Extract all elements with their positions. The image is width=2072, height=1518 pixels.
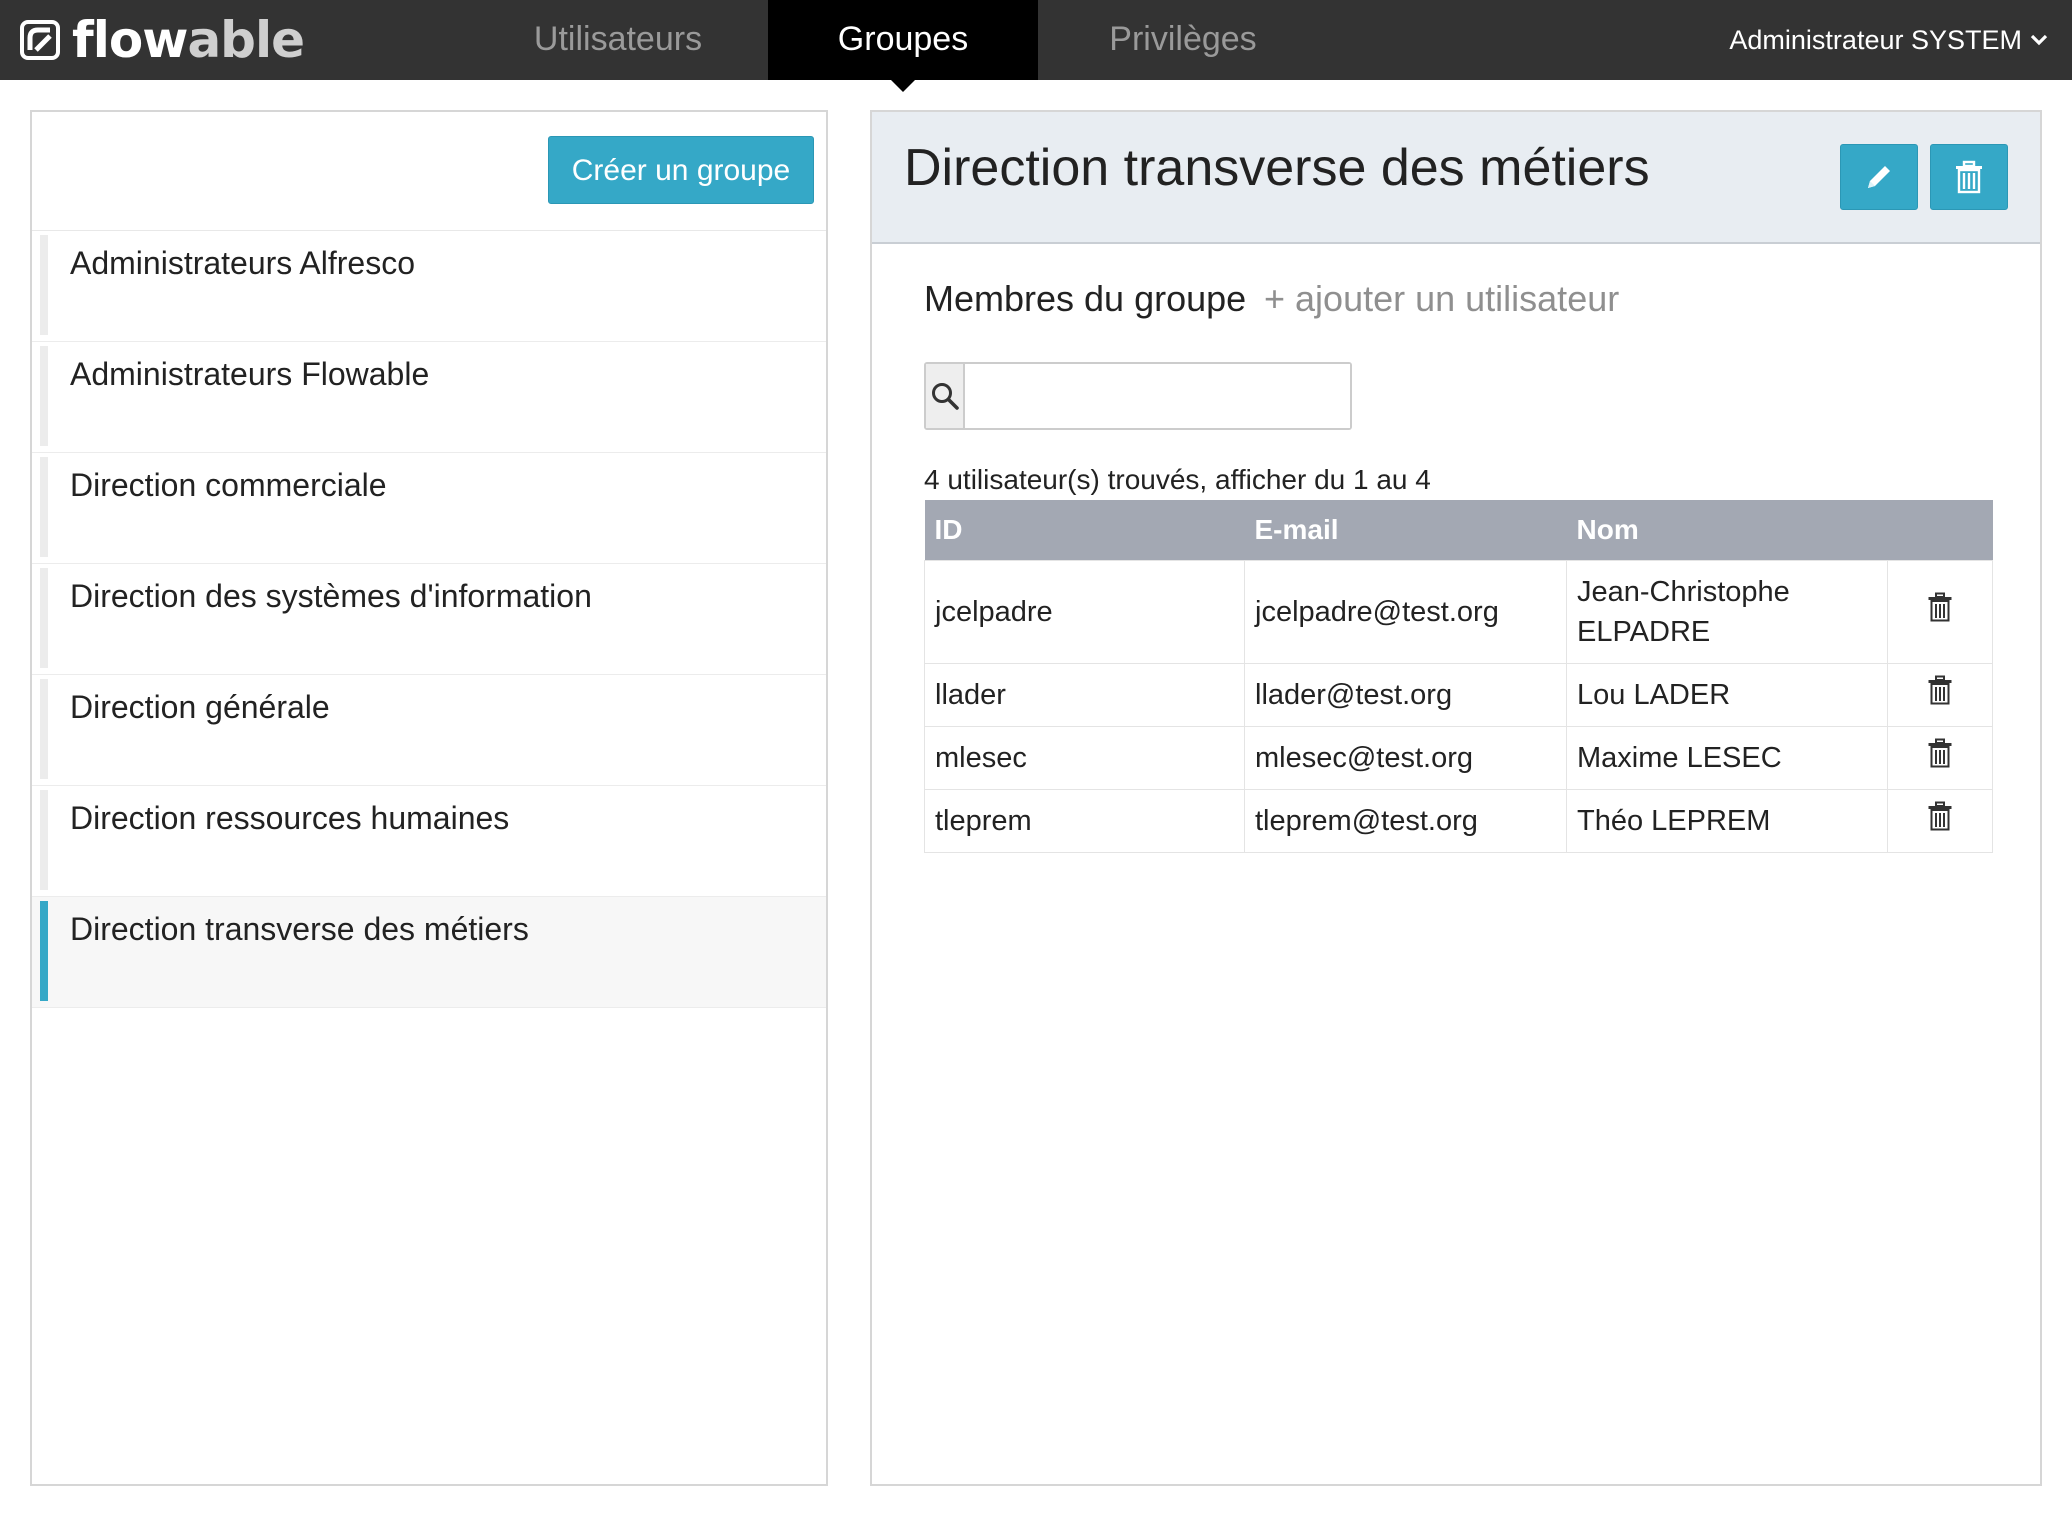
cell-name: Lou LADER <box>1566 663 1888 727</box>
group-list: Administrateurs Alfresco Administrateurs… <box>32 230 826 1008</box>
delete-group-button[interactable] <box>1930 144 2008 210</box>
group-list-panel: Créer un groupe Administrateurs Alfresco… <box>30 110 828 1486</box>
cell-email: llader@test.org <box>1244 663 1567 727</box>
tab-utilisateurs[interactable]: Utilisateurs <box>500 0 736 80</box>
cell-id: llader <box>924 663 1245 727</box>
search-input[interactable] <box>965 364 1350 428</box>
trash-icon <box>1928 592 1952 621</box>
members-table: ID E-mail Nom jcelpadre jcelpadre@test.o… <box>924 500 1993 853</box>
column-header-id[interactable]: ID <box>924 500 1245 561</box>
cell-name: Théo LEPREM <box>1566 789 1888 853</box>
trash-icon <box>1928 675 1952 704</box>
column-header-name[interactable]: Nom <box>1566 500 1888 561</box>
member-search <box>924 362 1352 430</box>
remove-member-button[interactable] <box>1887 663 1993 727</box>
trash-icon <box>1928 738 1952 767</box>
tab-groupes[interactable]: Groupes <box>768 0 1038 92</box>
table-row[interactable]: llader llader@test.org Lou LADER <box>924 663 1993 727</box>
table-row[interactable]: tleprem tleprem@test.org Théo LEPREM <box>924 789 1993 853</box>
group-item-label: Direction commerciale <box>70 467 387 503</box>
remove-member-button[interactable] <box>1887 789 1993 853</box>
column-header-actions <box>1887 500 1993 561</box>
cell-id: jcelpadre <box>924 560 1245 664</box>
chevron-down-icon <box>2030 34 2048 46</box>
group-item-label: Administrateurs Alfresco <box>70 245 416 281</box>
top-navbar: flowable Utilisateurs Groupes Privilèges… <box>0 0 2072 92</box>
cell-email: jcelpadre@test.org <box>1244 560 1567 664</box>
cell-email: tleprem@test.org <box>1244 789 1567 853</box>
group-item-direction-transverse-metiers[interactable]: Direction transverse des métiers <box>32 897 826 1008</box>
remove-member-button[interactable] <box>1887 560 1993 664</box>
group-item-direction-ressources-humaines[interactable]: Direction ressources humaines <box>32 786 826 897</box>
table-row[interactable]: jcelpadre jcelpadre@test.org Jean-Christ… <box>924 560 1993 664</box>
result-count: 4 utilisateur(s) trouvés, afficher du 1 … <box>924 464 1431 495</box>
group-title: Direction transverse des métiers <box>904 139 1650 197</box>
trash-icon <box>1928 801 1952 830</box>
group-item-bar <box>40 679 48 779</box>
table-row[interactable]: mlesec mlesec@test.org Maxime LESEC <box>924 726 1993 790</box>
user-menu[interactable]: Administrateur SYSTEM <box>1729 0 2048 80</box>
edit-group-button[interactable] <box>1840 144 1918 210</box>
cell-name: Maxime LESEC <box>1566 726 1888 790</box>
group-item-bar <box>40 235 48 335</box>
flowable-logo-icon <box>20 20 60 60</box>
group-item-label: Administrateurs Flowable <box>70 356 430 392</box>
group-item-direction-systemes-information[interactable]: Direction des systèmes d'information <box>32 564 826 675</box>
cell-email: mlesec@test.org <box>1244 726 1567 790</box>
group-item-administrateurs-flowable[interactable]: Administrateurs Flowable <box>32 342 826 453</box>
group-item-label: Direction générale <box>70 689 330 725</box>
pencil-icon <box>1868 166 1890 188</box>
tab-privileges[interactable]: Privilèges <box>1070 0 1296 80</box>
group-item-administrateurs-alfresco[interactable]: Administrateurs Alfresco <box>32 231 826 342</box>
group-detail-panel: Direction transverse des métiers Membres… <box>870 110 2042 1486</box>
flowable-logo[interactable]: flowable <box>20 10 305 70</box>
column-header-email[interactable]: E-mail <box>1244 500 1567 561</box>
remove-member-button[interactable] <box>1887 726 1993 790</box>
user-menu-label: Administrateur SYSTEM <box>1729 25 2022 55</box>
group-item-bar <box>40 346 48 446</box>
group-item-bar <box>40 568 48 668</box>
cell-name: Jean-Christophe ELPADRE <box>1566 560 1888 664</box>
table-header-row: ID E-mail Nom <box>924 500 1993 561</box>
group-item-bar <box>40 457 48 557</box>
create-group-button[interactable]: Créer un groupe <box>548 136 814 204</box>
logo-text: flowable <box>72 11 305 69</box>
cell-id: mlesec <box>924 726 1245 790</box>
add-user-link[interactable]: + ajouter un utilisateur <box>1264 278 1619 320</box>
search-icon <box>931 383 959 410</box>
group-item-label: Direction transverse des métiers <box>70 911 529 947</box>
group-detail-header: Direction transverse des métiers <box>872 112 2040 244</box>
group-item-active-bar <box>40 901 48 1001</box>
cell-id: tleprem <box>924 789 1245 853</box>
group-item-label: Direction ressources humaines <box>70 800 510 836</box>
group-item-bar <box>40 790 48 890</box>
search-addon <box>926 364 965 428</box>
members-heading: Membres du groupe <box>924 278 1247 319</box>
trash-icon <box>1956 160 1982 194</box>
group-item-direction-commerciale[interactable]: Direction commerciale <box>32 453 826 564</box>
group-item-direction-generale[interactable]: Direction générale <box>32 675 826 786</box>
group-item-label: Direction des systèmes d'information <box>70 578 592 614</box>
